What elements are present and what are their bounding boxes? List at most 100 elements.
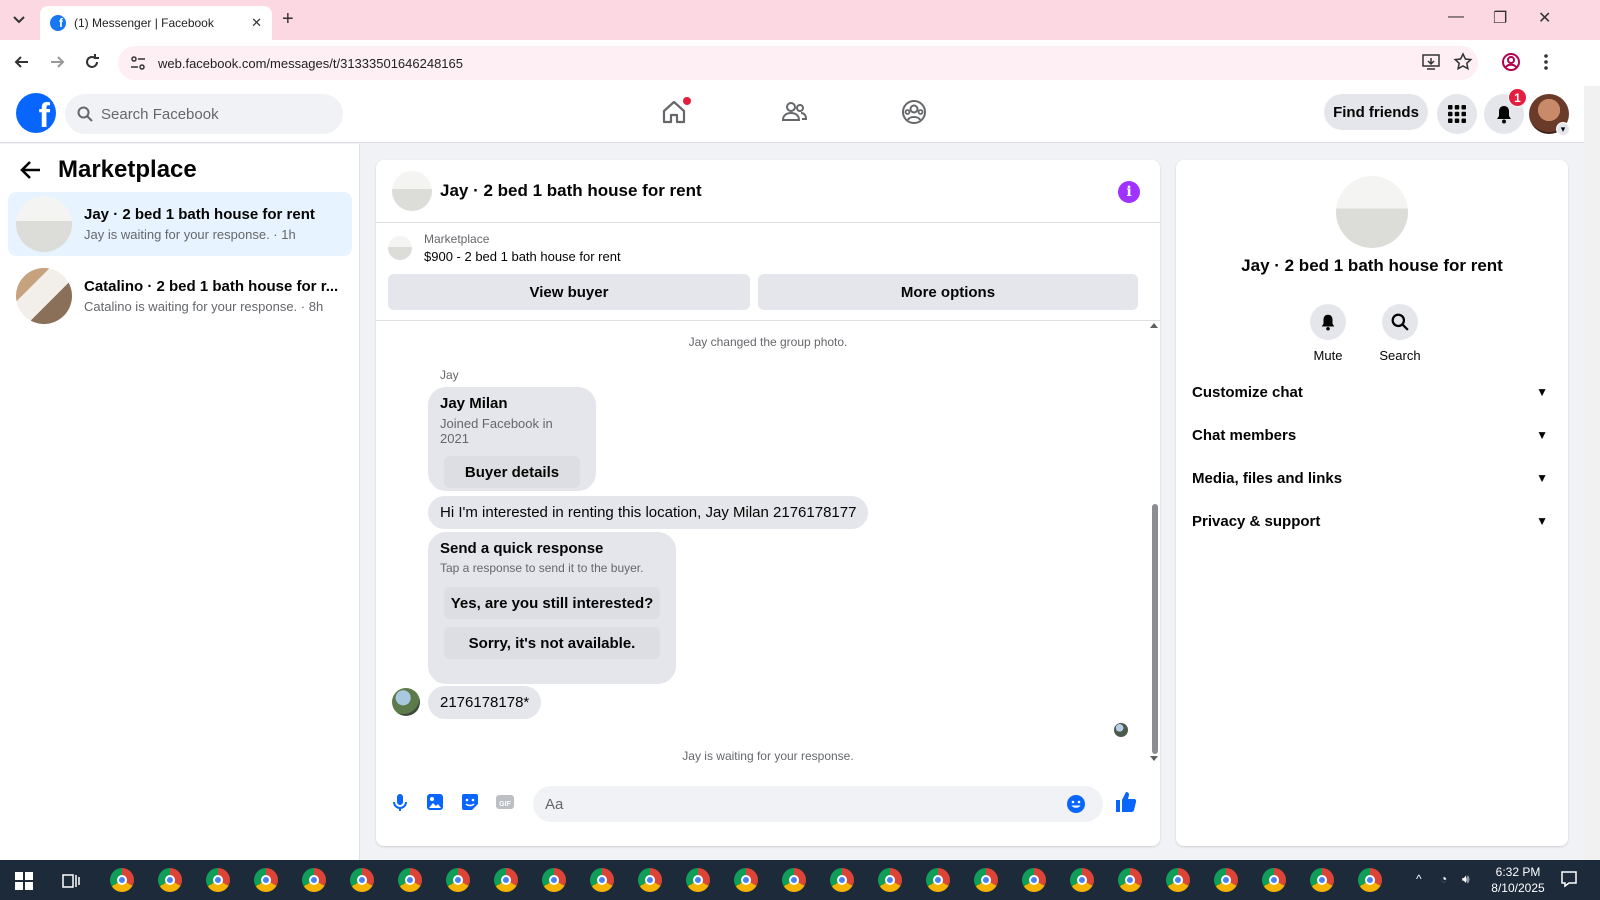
network-icon[interactable]: ◔ [1440, 872, 1447, 886]
media-files-links-section[interactable]: Media, files and links ▼ [1192, 458, 1552, 498]
facebook-search-input[interactable]: Search Facebook [65, 94, 343, 134]
chrome-taskbar-icon[interactable] [1070, 868, 1094, 892]
messages-scrollbar-thumb[interactable] [1152, 504, 1158, 754]
quick-reply-not-available-button[interactable]: Sorry, it's not available. [444, 627, 660, 659]
chrome-taskbar-icon-active[interactable] [1118, 868, 1142, 892]
message-input[interactable] [533, 786, 1103, 822]
divider [376, 320, 1160, 321]
mute-button[interactable]: Mute [1298, 304, 1358, 363]
account-chevron-icon[interactable]: ▾ [1556, 122, 1570, 136]
chrome-taskbar-icon[interactable] [686, 868, 710, 892]
tab-list-chevron-icon[interactable] [8, 10, 30, 30]
menu-grid-icon[interactable] [1437, 94, 1477, 134]
gif-icon[interactable]: GIF [495, 792, 515, 812]
tab-title: (1) Messenger | Facebook [74, 16, 214, 30]
tray-overflow-icon[interactable]: ^ [1416, 872, 1422, 886]
minimize-icon[interactable]: — [1448, 8, 1464, 26]
action-center-icon[interactable] [1560, 870, 1578, 888]
chrome-taskbar-icon[interactable] [878, 868, 902, 892]
omnibox[interactable]: web.facebook.com/messages/t/313335016462… [118, 46, 1478, 80]
forward-icon[interactable] [47, 52, 67, 72]
chrome-taskbar-icon[interactable] [1214, 868, 1238, 892]
chevron-down-icon: ▼ [1536, 428, 1548, 442]
chrome-taskbar-icon[interactable] [1358, 868, 1382, 892]
conversation-info-icon[interactable]: i [1118, 181, 1140, 203]
tab-close-icon[interactable]: ✕ [251, 15, 262, 31]
photo-icon[interactable] [425, 792, 445, 812]
chrome-taskbar-icon[interactable] [350, 868, 374, 892]
groups-icon[interactable] [900, 98, 928, 126]
section-label: Media, files and links [1192, 469, 1343, 487]
buyer-details-button[interactable]: Buyer details [444, 456, 580, 488]
chrome-taskbar-icon[interactable] [1022, 868, 1046, 892]
conversation-item-jay[interactable]: Jay · 2 bed 1 bath house for rent Jay is… [8, 192, 352, 256]
privacy-support-section[interactable]: Privacy & support ▼ [1192, 501, 1552, 541]
conversation-item-catalino[interactable]: Catalino · 2 bed 1 bath house for r... C… [8, 264, 352, 328]
bookmark-star-icon[interactable] [1453, 52, 1473, 72]
chrome-taskbar-icon[interactable] [734, 868, 758, 892]
chat-members-section[interactable]: Chat members ▼ [1192, 415, 1552, 455]
marketplace-label: Marketplace [424, 232, 490, 246]
browser-tab[interactable]: f (1) Messenger | Facebook ✕ [40, 6, 272, 40]
conversation-name: Jay · 2 bed 1 bath house for rent [84, 206, 315, 223]
chrome-taskbar-icon[interactable] [830, 868, 854, 892]
page-scrollbar[interactable] [1584, 86, 1600, 860]
install-app-icon[interactable] [1421, 52, 1441, 72]
chrome-taskbar-icon[interactable] [974, 868, 998, 892]
find-friends-button[interactable]: Find friends [1324, 94, 1428, 130]
chat-title[interactable]: Jay · 2 bed 1 bath house for rent [440, 181, 702, 201]
customize-chat-section[interactable]: Customize chat ▼ [1192, 372, 1552, 412]
search-in-conversation-button[interactable]: Search [1370, 304, 1430, 363]
chrome-taskbar-icon[interactable] [590, 868, 614, 892]
microphone-icon[interactable] [390, 792, 410, 812]
friends-icon[interactable] [780, 98, 808, 126]
chrome-taskbar-icon[interactable] [1310, 868, 1334, 892]
scroll-down-icon[interactable] [1150, 756, 1158, 762]
profile-icon[interactable] [1501, 52, 1521, 72]
section-label: Privacy & support [1192, 512, 1321, 530]
chrome-taskbar-icon[interactable] [1166, 868, 1190, 892]
back-arrow-icon[interactable] [20, 159, 42, 181]
sender-avatar[interactable] [392, 688, 420, 716]
chrome-taskbar-icon[interactable] [542, 868, 566, 892]
site-settings-icon[interactable] [130, 55, 146, 71]
task-view-icon[interactable] [62, 872, 80, 890]
windows-start-icon[interactable] [15, 872, 33, 890]
system-clock[interactable]: 6:32 PM 8/10/2025 [1488, 864, 1548, 896]
chrome-taskbar-icon[interactable] [926, 868, 950, 892]
chrome-taskbar-icon[interactable] [446, 868, 470, 892]
quick-reply-interested-button[interactable]: Yes, are you still interested? [444, 587, 660, 619]
back-icon[interactable] [12, 52, 32, 72]
more-options-button[interactable]: More options [758, 274, 1138, 310]
view-buyer-button[interactable]: View buyer [388, 274, 750, 310]
reload-icon[interactable] [82, 52, 102, 72]
mute-label: Mute [1313, 348, 1343, 363]
browser-menu-icon[interactable] [1542, 52, 1550, 72]
close-window-icon[interactable]: ✕ [1538, 8, 1551, 28]
chrome-taskbar-icon[interactable] [398, 868, 422, 892]
buyer-card: Jay Milan Joined Facebook in 2021 Buyer … [428, 387, 596, 491]
chrome-taskbar-icon[interactable] [206, 868, 230, 892]
bell-icon [1321, 314, 1335, 331]
new-tab-icon[interactable]: + [282, 8, 294, 31]
thumbs-up-icon[interactable] [1114, 790, 1138, 814]
sticker-icon[interactable] [460, 792, 480, 812]
chrome-taskbar-icon[interactable] [638, 868, 662, 892]
chrome-taskbar-icon[interactable] [302, 868, 326, 892]
chevron-down-icon: ▼ [1536, 385, 1548, 399]
chrome-taskbar-icon[interactable] [782, 868, 806, 892]
listing-title[interactable]: $900 - 2 bed 1 bath house for rent [424, 249, 621, 264]
details-thumbnail[interactable] [1336, 176, 1408, 248]
scroll-up-icon[interactable] [1150, 322, 1158, 328]
chrome-taskbar-icon[interactable] [110, 868, 134, 892]
emoji-icon[interactable] [1066, 794, 1086, 814]
chrome-taskbar-icon[interactable] [1262, 868, 1286, 892]
chrome-taskbar-icon[interactable] [254, 868, 278, 892]
notification-badge: 1 [1508, 88, 1527, 107]
volume-icon[interactable]: 🔊︎ [1462, 872, 1470, 887]
chrome-taskbar-icon[interactable] [494, 868, 518, 892]
chat-thumbnail[interactable] [392, 171, 432, 211]
restore-icon[interactable]: ❐ [1493, 8, 1507, 28]
facebook-logo-icon[interactable]: f [16, 93, 56, 133]
chrome-taskbar-icon[interactable] [158, 868, 182, 892]
